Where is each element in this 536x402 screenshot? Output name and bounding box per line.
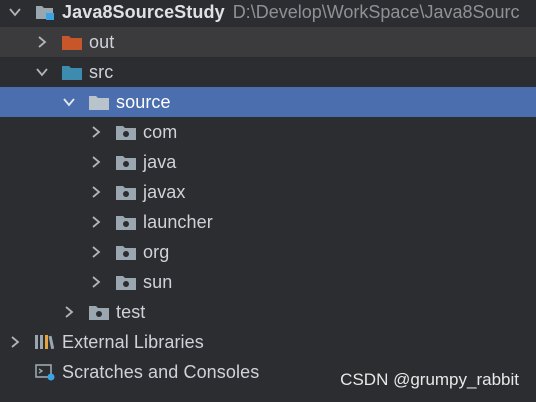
tree-row-package[interactable]: sun	[0, 267, 536, 297]
project-tree: Java8SourceStudy D:\Develop\WorkSpace\Ja…	[0, 0, 536, 402]
chevron-right-icon[interactable]	[89, 155, 103, 169]
tree-row-package[interactable]: java	[0, 147, 536, 177]
chevron-down-icon[interactable]	[62, 95, 76, 109]
tree-label-package: sun	[143, 271, 173, 292]
scratches-icon	[34, 363, 56, 381]
chevron-right-icon[interactable]	[89, 125, 103, 139]
source-root-folder-icon	[61, 63, 83, 81]
tree-label-source: source	[116, 91, 171, 112]
tree-label-package: org	[143, 241, 170, 262]
tree-row-package[interactable]: launcher	[0, 207, 536, 237]
tree-row-test[interactable]: test	[0, 297, 536, 327]
package-icon	[115, 213, 137, 231]
project-path: D:\Develop\WorkSpace\Java8Sourc	[232, 1, 520, 22]
package-icon	[115, 123, 137, 141]
tree-label-package: java	[143, 151, 177, 172]
library-icon	[34, 333, 56, 351]
watermark-text: CSDN @grumpy_rabbit	[340, 370, 519, 389]
package-icon	[115, 243, 137, 261]
package-icon	[115, 273, 137, 291]
chevron-down-icon[interactable]	[35, 65, 49, 79]
tree-row-external-libraries[interactable]: External Libraries	[0, 327, 536, 357]
tree-row-project-root[interactable]: Java8SourceStudy D:\Develop\WorkSpace\Ja…	[0, 0, 536, 27]
package-icon	[88, 303, 110, 321]
tree-row-package[interactable]: javax	[0, 177, 536, 207]
chevron-right-icon[interactable]	[89, 215, 103, 229]
project-module-icon	[34, 3, 56, 21]
chevron-right-icon[interactable]	[62, 305, 76, 319]
excluded-folder-icon	[61, 33, 83, 51]
tree-row-src[interactable]: src	[0, 57, 536, 87]
tree-label-src: src	[89, 61, 114, 82]
tree-label-test: test	[116, 301, 146, 322]
tree-label-out: out	[89, 31, 115, 52]
folder-icon	[88, 93, 110, 111]
tree-row-source[interactable]: source	[0, 87, 536, 117]
chevron-right-icon[interactable]	[89, 275, 103, 289]
project-name: Java8SourceStudy	[62, 1, 225, 22]
chevron-right-icon[interactable]	[89, 245, 103, 259]
tree-label-scratches: Scratches and Consoles	[62, 361, 260, 382]
tree-label-package: com	[143, 121, 178, 142]
chevron-down-icon[interactable]	[8, 5, 22, 19]
tree-row-out[interactable]: out	[0, 27, 536, 57]
tree-row-package[interactable]: org	[0, 237, 536, 267]
tree-label-package: launcher	[143, 211, 213, 232]
tree-row-package[interactable]: com	[0, 117, 536, 147]
tree-label-external-libraries: External Libraries	[62, 331, 204, 352]
chevron-right-icon[interactable]	[35, 35, 49, 49]
package-icon	[115, 183, 137, 201]
tree-label-package: javax	[143, 181, 186, 202]
chevron-right-icon[interactable]	[8, 335, 22, 349]
package-icon	[115, 153, 137, 171]
chevron-right-icon[interactable]	[89, 185, 103, 199]
